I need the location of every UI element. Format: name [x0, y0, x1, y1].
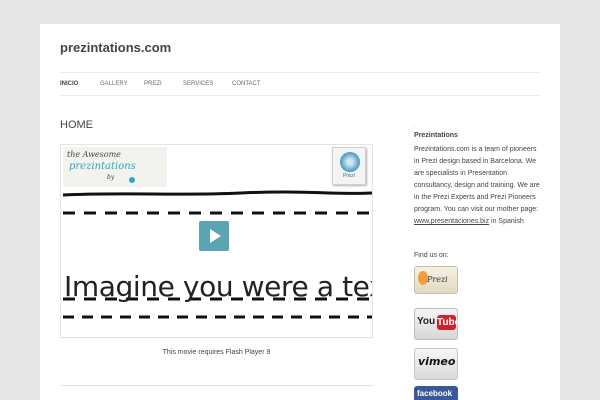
sketch-lines [62, 190, 372, 319]
logo-bird-icon [129, 177, 135, 183]
sidebar-bullet: · [414, 124, 416, 130]
page-title: HOME [60, 119, 93, 131]
prezi-badge: Prezi [332, 147, 366, 185]
logo-line-3: by [107, 174, 115, 181]
nav-item-services[interactable]: SERVICES [183, 81, 213, 87]
divider [60, 385, 373, 386]
vimeo-social-link[interactable]: vimeo [414, 348, 458, 380]
page-container: prezintations.com INICIO GALLERY PREZI S… [40, 24, 560, 400]
sidebar-description: Prezintations.com is a team of pioneers … [414, 144, 542, 228]
logo-line-2: prezintations [69, 161, 136, 172]
hero-text: Imagine you were a text [64, 270, 373, 303]
site-title[interactable]: prezintations.com [60, 40, 171, 55]
awesome-prezintations-logo: the Awesome prezintations by [63, 147, 167, 187]
facebook-label: facebook [417, 389, 453, 398]
prezi-badge-label: Prezi [343, 173, 355, 179]
nav-item-prezi[interactable]: PREZI [144, 81, 162, 87]
find-us-label: Find us on: [414, 252, 449, 259]
sidebar-title: Prezintations [414, 132, 458, 139]
main-nav: INICIO GALLERY PREZI SERVICES CONTACT [60, 72, 540, 96]
sidebar-desc-suffix: in Spanish [489, 218, 524, 225]
youtube-label-you: You [417, 316, 436, 327]
nav-item-contact[interactable]: CONTACT [232, 81, 261, 87]
prezi-social-label: Prezi [427, 275, 448, 284]
flash-requirement-note: This movie requires Flash Player 9 [162, 349, 271, 356]
sidebar-desc-text: Prezintations.com is a team of pioneers … [414, 146, 540, 213]
flash-movie[interactable]: the Awesome prezintations by Prezi Imagi… [60, 144, 373, 338]
youtube-label-tube: Tube [437, 315, 461, 330]
vimeo-label: vimeo [418, 355, 456, 368]
prezi-social-link[interactable]: Prezi [414, 266, 458, 294]
logo-line-1: the Awesome [67, 150, 121, 159]
nav-item-inicio[interactable]: INICIO [60, 81, 78, 87]
presentaciones-link[interactable]: www.presentaciones.biz [414, 218, 489, 225]
prezi-circle-icon [340, 152, 360, 172]
play-button[interactable] [199, 221, 229, 251]
nav-item-gallery[interactable]: GALLERY [100, 81, 128, 87]
youtube-social-link[interactable]: You Tube [414, 308, 461, 340]
facebook-social-link[interactable]: facebook [414, 386, 458, 400]
